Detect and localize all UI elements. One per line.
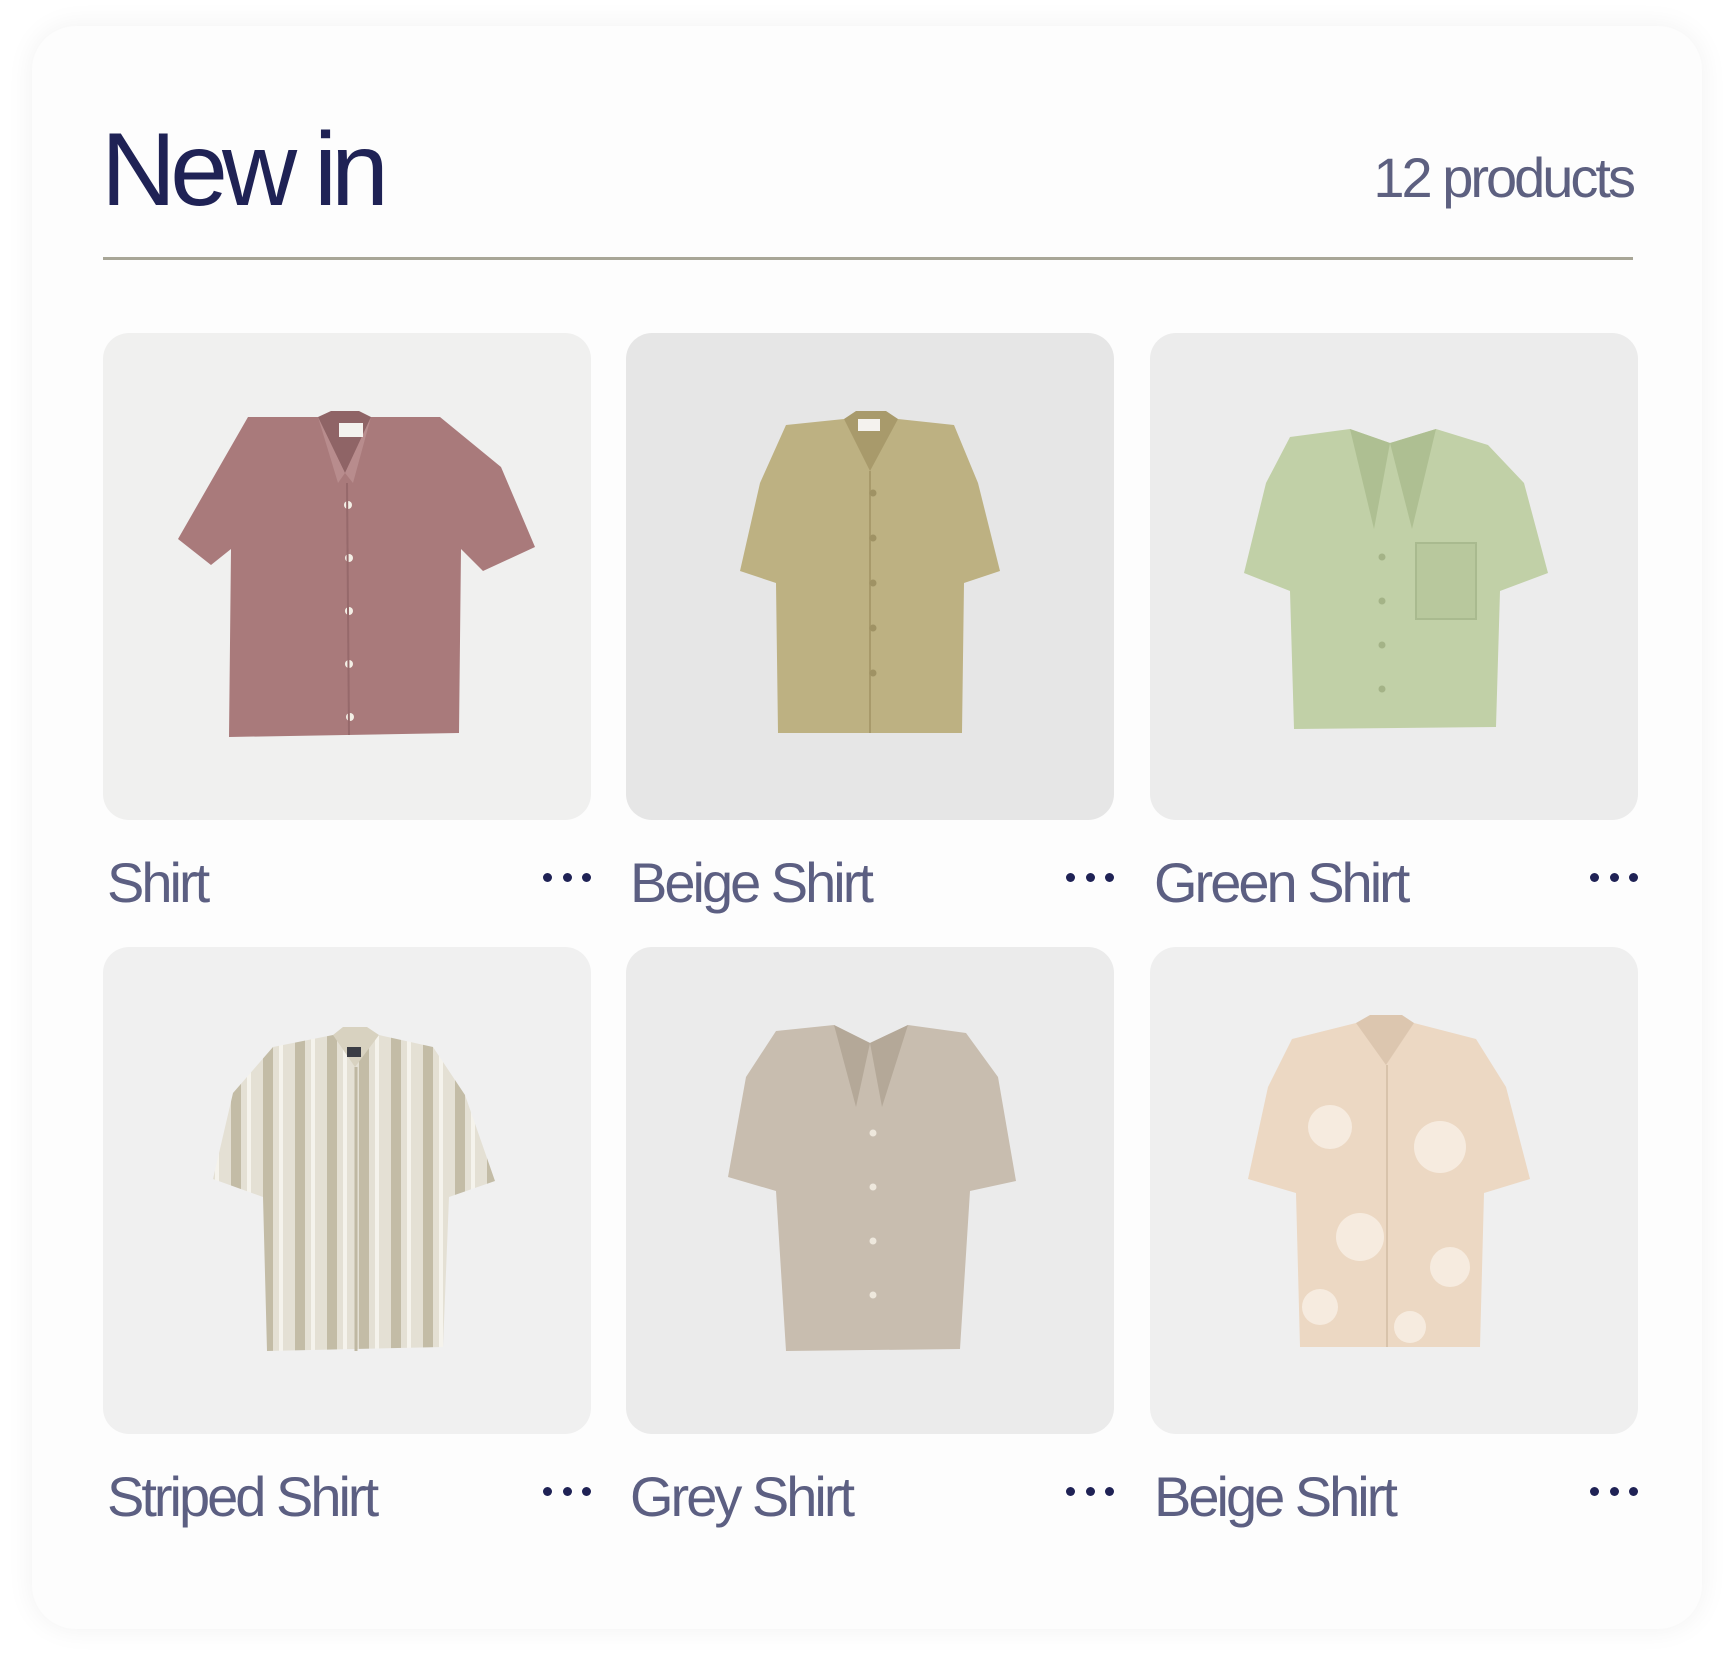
grey-shirt-image — [626, 947, 1114, 1434]
more-horizontal-icon[interactable] — [1066, 866, 1114, 888]
header-divider — [103, 257, 1633, 260]
product-image-tile[interactable] — [626, 947, 1114, 1434]
product-image-tile[interactable] — [626, 333, 1114, 820]
product-image-tile[interactable] — [1150, 947, 1638, 1434]
more-horizontal-icon[interactable] — [1590, 866, 1638, 888]
product-name[interactable]: Green Shirt — [1154, 855, 1410, 911]
more-horizontal-icon[interactable] — [1066, 1480, 1114, 1502]
striped-shirt-image — [103, 947, 591, 1434]
more-horizontal-icon[interactable] — [543, 1480, 591, 1502]
section-title: New in — [101, 112, 389, 228]
product-name[interactable]: Shirt — [107, 855, 210, 911]
product-image-tile[interactable] — [1150, 333, 1638, 820]
product-name[interactable]: Beige Shirt — [630, 855, 874, 911]
more-horizontal-icon[interactable] — [543, 866, 591, 888]
section-header: New in 12 products — [101, 108, 1636, 260]
floral-beige-shirt-image — [1150, 947, 1638, 1434]
product-count: 12 products — [1373, 146, 1636, 209]
product-name[interactable]: Beige Shirt — [1154, 1469, 1398, 1525]
green-shirt-image — [1150, 333, 1638, 820]
product-image-tile[interactable] — [103, 947, 591, 1434]
product-name[interactable]: Striped Shirt — [107, 1469, 379, 1525]
khaki-shirt-image — [626, 333, 1114, 820]
product-name[interactable]: Grey Shirt — [630, 1469, 855, 1525]
more-horizontal-icon[interactable] — [1590, 1480, 1638, 1502]
product-image-tile[interactable] — [103, 333, 591, 820]
pink-shirt-image — [103, 333, 591, 820]
